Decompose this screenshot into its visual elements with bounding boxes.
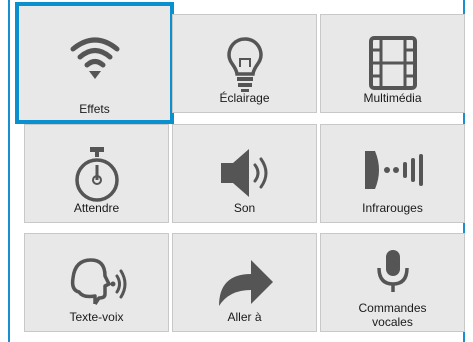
infrared-icon: [321, 145, 464, 203]
lightbulb-icon: [173, 35, 316, 93]
microphone-icon: [321, 248, 464, 306]
tile-label: Aller à: [227, 310, 262, 324]
tile-eclairage[interactable]: Éclairage: [172, 14, 317, 113]
tile-aller-a[interactable]: Aller à: [172, 233, 317, 332]
tile-commandes-vocales[interactable]: Commandes vocales: [320, 233, 465, 332]
stopwatch-icon: [25, 145, 168, 203]
tile-infrarouges[interactable]: Infrarouges: [320, 124, 465, 223]
tile-label: Commandes vocales: [358, 301, 427, 329]
tile-label: Effets: [79, 102, 110, 116]
film-icon: [321, 35, 464, 93]
action-palette: Effets Éclairage Multimédia Attendre Son…: [0, 0, 473, 342]
tile-label: Multimédia: [363, 91, 422, 105]
tile-son[interactable]: Son: [172, 124, 317, 223]
tile-label: Texte-voix: [69, 310, 124, 324]
tile-label: Son: [233, 201, 256, 215]
tile-attendre[interactable]: Attendre: [24, 124, 169, 223]
speaking-head-icon: [25, 254, 168, 312]
tile-label: Éclairage: [219, 91, 270, 105]
wifi-icon: [19, 23, 170, 81]
tile-label: Attendre: [73, 201, 120, 215]
tile-texte-voix[interactable]: Texte-voix: [24, 233, 169, 332]
tile-effets[interactable]: Effets: [15, 2, 174, 124]
speaker-icon: [173, 145, 316, 203]
tile-multimedia[interactable]: Multimédia: [320, 14, 465, 113]
redo-arrow-icon: [173, 254, 316, 312]
tile-label: Infrarouges: [362, 201, 423, 215]
panel-left-edge: [8, 0, 10, 342]
